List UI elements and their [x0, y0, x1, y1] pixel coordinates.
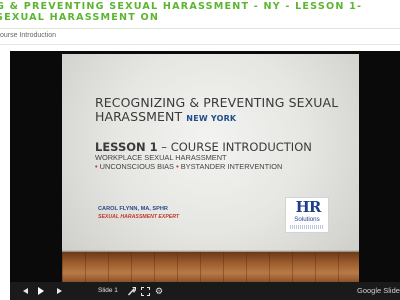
slide-title: RECOGNIZING & PREVENTING SEXUAL HARASSME…: [95, 96, 355, 126]
breadcrumb-divider: [0, 44, 400, 45]
logo-mark: HR: [295, 198, 322, 216]
player-controls: Slide 1 ⚙ Google Slide: [10, 282, 400, 300]
slide-subtitle: WORKPLACE SEXUAL HARASSMENT: [95, 153, 227, 162]
presenter-name: CAROL FLYNN, MA, SPHR: [98, 206, 168, 212]
logo-wordmark: Solutions: [294, 216, 320, 223]
laser-pointer-button[interactable]: [124, 282, 138, 300]
topic-bystander-intervention: BYSTANDER INTERVENTION: [180, 162, 283, 171]
previous-slide-icon: [22, 288, 28, 294]
fullscreen-button[interactable]: [138, 282, 152, 300]
topic-bullet: •: [176, 162, 179, 171]
presentation-slide[interactable]: RECOGNIZING & PREVENTING SEXUAL HARASSME…: [62, 54, 359, 282]
next-slide-icon: [56, 288, 62, 294]
hr-solutions-logo: HR Solutions: [285, 197, 329, 233]
lesson-name: – COURSE INTRODUCTION: [157, 140, 312, 154]
topic-bullet: •: [95, 162, 98, 171]
settings-button[interactable]: ⚙: [152, 282, 166, 300]
header-divider: [0, 28, 400, 29]
lesson-heading: LESSON 1 – COURSE INTRODUCTION: [95, 140, 312, 154]
course-title: G & PREVENTING SEXUAL HARASSMENT - NY - …: [0, 1, 363, 23]
slide-title-state: NEW YORK: [186, 114, 237, 123]
course-header: G & PREVENTING SEXUAL HARASSMENT - NY - …: [0, 0, 400, 26]
play-button[interactable]: [33, 282, 49, 300]
previous-slide-button[interactable]: [18, 282, 32, 300]
next-slide-button[interactable]: [52, 282, 66, 300]
fullscreen-icon: [140, 286, 150, 296]
lesson-number: LESSON 1: [95, 140, 158, 154]
logo-tagline-texture: [290, 225, 324, 229]
wood-floor-background: [62, 252, 359, 282]
play-icon: [38, 287, 44, 295]
laser-pointer-icon: [127, 286, 136, 295]
gear-icon: ⚙: [154, 286, 164, 296]
slide-selector-value: Slide 1: [98, 287, 118, 294]
presenter-role: SEXUAL HARASSMENT EXPERT: [98, 214, 180, 220]
topic-list: • UNCONSCIOUS BIAS • BYSTANDER INTERVENT…: [95, 162, 282, 171]
google-slides-brand[interactable]: Google Slide: [357, 282, 400, 300]
topic-unconscious-bias: UNCONSCIOUS BIAS: [99, 162, 174, 171]
breadcrumb[interactable]: ourse Introduction: [0, 32, 56, 39]
slide-player: RECOGNIZING & PREVENTING SEXUAL HARASSME…: [10, 51, 400, 300]
